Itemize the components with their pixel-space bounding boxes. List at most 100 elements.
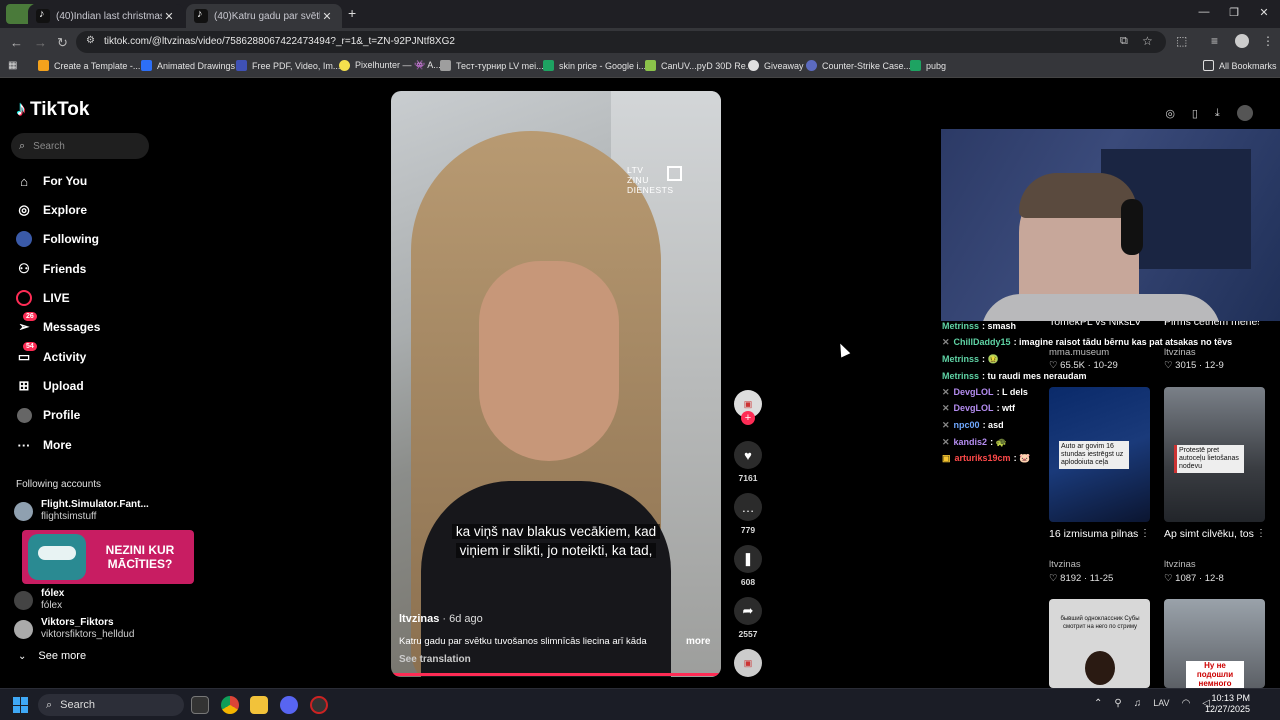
phone-icon[interactable]: ▯	[1192, 107, 1198, 120]
related-author[interactable]: mma.museum	[1049, 347, 1109, 358]
related-stats: ♡ 65.5K · 10-29	[1049, 360, 1118, 371]
system-clock[interactable]: 10:13 PM 12/27/2025	[1205, 693, 1250, 715]
nav-live[interactable]: LIVE	[16, 288, 70, 308]
minimize-icon[interactable]: —	[1194, 6, 1214, 18]
windows-start-icon[interactable]	[13, 697, 29, 713]
avatar[interactable]	[1236, 105, 1253, 121]
description-more-button[interactable]: more	[686, 636, 710, 647]
bookmark-item[interactable]: Counter-Strike Case...	[806, 60, 911, 71]
progress-fill	[391, 673, 721, 676]
tab-katru-gadu[interactable]: (40)Katru gadu par svētku tuvo ✕	[186, 4, 342, 28]
related-thumbnail[interactable]: Protestē pret autoceļu lietošanas nodevu	[1164, 387, 1265, 522]
related-author[interactable]: ltvzinas	[1164, 347, 1196, 358]
chat-message: ✕ npc00: asd	[942, 420, 1004, 430]
tab-indian-christmas[interactable]: (40)Indian last christmas #nons ✕	[28, 4, 184, 28]
nav-following[interactable]: Following	[16, 229, 99, 249]
site-info-icon[interactable]: ⚙	[86, 35, 95, 46]
see-more-button[interactable]: ⌄ See more	[18, 650, 86, 662]
robot-illustration	[28, 534, 86, 580]
tiktok-logo[interactable]: ♪ TikTok	[16, 98, 89, 121]
chevron-up-icon[interactable]: ⌃	[1094, 698, 1102, 709]
related-thumbnail[interactable]: бывший одноклассник Субы смотрит на него…	[1049, 599, 1150, 688]
install-icon[interactable]: ⧉	[1120, 35, 1128, 48]
forward-icon[interactable]: →	[34, 35, 47, 50]
avatar	[14, 619, 33, 639]
nav-friends[interactable]: ⚇ Friends	[16, 259, 86, 279]
save-button[interactable]: ❚ 608	[733, 545, 763, 587]
nav-upload[interactable]: ⊞ Upload	[16, 376, 84, 396]
nav-messages[interactable]: ➢ 26 Messages	[16, 312, 100, 337]
task-view-icon[interactable]	[191, 696, 209, 714]
close-tab-icon[interactable]: ✕	[162, 10, 176, 23]
followed-account[interactable]: fólex fólex	[14, 588, 64, 612]
network-icon[interactable]: ⚲	[1114, 698, 1121, 709]
bookmark-item[interactable]: Pixelhunter — 👾 A...	[339, 60, 441, 71]
search-input[interactable]: ⌕ Search	[11, 133, 149, 159]
app-icon[interactable]	[310, 696, 328, 714]
related-author[interactable]: ltvzinas	[1049, 559, 1081, 570]
discord-icon[interactable]	[280, 696, 298, 714]
bookmark-item[interactable]: skin price - Google i...	[543, 60, 646, 71]
more-options-icon[interactable]: ⋮	[1140, 528, 1150, 539]
download-icon[interactable]: ⤓	[1215, 107, 1220, 120]
bookmark-item[interactable]: CanUV...pyD 30D Re...	[645, 60, 753, 71]
all-bookmarks[interactable]: All Bookmarks	[1203, 60, 1277, 71]
reload-icon[interactable]: ↻	[57, 35, 68, 51]
bookmark-item[interactable]: Free PDF, Video, Im...	[236, 60, 340, 71]
media-icon[interactable]: ≡	[1211, 34, 1218, 48]
bookmark-item[interactable]: Тест-турнир LV mei...	[440, 60, 544, 71]
close-tab-icon[interactable]: ✕	[320, 10, 334, 23]
see-translation-button[interactable]: See translation	[399, 654, 471, 665]
video-progress-bar[interactable]	[391, 673, 721, 676]
compass-icon[interactable]: ◎	[1165, 107, 1175, 120]
share-button[interactable]: ➦ 2557	[733, 597, 763, 639]
video-subtitles: ka viņš nav blakus vecākiem, kad viņiem …	[436, 522, 676, 560]
thumb-caption: Auto ar govim 16 stundas iestrēgst uz ap…	[1059, 441, 1129, 469]
bookmark-star-icon[interactable]: ☆	[1142, 34, 1153, 48]
messages-icon: ➢ 26	[16, 312, 37, 335]
back-icon[interactable]: ←	[10, 35, 23, 50]
follow-plus-icon[interactable]: +	[741, 411, 755, 425]
apps-icon[interactable]: ▦	[8, 60, 17, 71]
related-title[interactable]: Ap simt cilvēku, toskait zemnieki,...	[1164, 528, 1254, 540]
followed-account[interactable]: Viktors_Fiktors viktorsfiktors_helldud	[14, 617, 134, 641]
related-title[interactable]: 16 izmisuma pilnas stundas uz pilnīb...	[1049, 528, 1139, 540]
related-thumbnail[interactable]: Ну не подошли немного	[1164, 599, 1265, 688]
followed-account[interactable]: Flight.Simulator.Fant... flightsimstuff	[14, 499, 149, 523]
address-bar[interactable]: ⚙ tiktok.com/@ltvzinas/video/75862880674…	[76, 31, 1166, 53]
nav-more[interactable]: ··· More	[16, 435, 72, 455]
nav-explore[interactable]: ◎ Explore	[16, 200, 87, 220]
nav-profile[interactable]: Profile	[16, 405, 80, 425]
related-author[interactable]: ltvzinas	[1164, 559, 1196, 570]
creator-avatar-button[interactable]: ▣ +	[733, 390, 763, 425]
related-thumbnail[interactable]: Auto ar govim 16 stundas iestrēgst uz ap…	[1049, 387, 1150, 522]
nav-activity[interactable]: ▭ 54 Activity	[16, 342, 86, 367]
restore-icon[interactable]: ❐	[1224, 6, 1244, 19]
keyboard-language[interactable]: LAV	[1153, 698, 1169, 709]
bookmark-item[interactable]: Giveaway	[748, 60, 804, 71]
extensions-icon[interactable]: ⬚	[1176, 34, 1187, 48]
more-options-icon[interactable]: ⋮	[1256, 528, 1266, 539]
file-explorer-icon[interactable]	[250, 696, 268, 714]
profile-icon[interactable]	[1235, 34, 1249, 48]
window-close-icon[interactable]: ✕	[1254, 6, 1274, 19]
taskbar-search[interactable]: ⌕ Search	[38, 694, 184, 716]
chrome-icon[interactable]	[221, 696, 239, 714]
bookmark-item[interactable]: pubg	[910, 60, 946, 71]
promo-banner[interactable]: NEZINI KUR MĀCĪTIES?	[22, 530, 194, 584]
avatar	[14, 590, 33, 610]
nav-for-you[interactable]: ⌂ For You	[16, 171, 87, 191]
wifi-icon[interactable]: ◠	[1182, 698, 1191, 709]
heart-icon: ♡	[1164, 360, 1176, 371]
bookmark-item[interactable]: Animated Drawings	[141, 60, 235, 71]
video-author[interactable]: ltvzinas · 6d ago	[399, 613, 483, 625]
mic-icon[interactable]: ♫	[1134, 698, 1142, 709]
music-disc-button[interactable]: ▣	[733, 649, 763, 677]
bookmark-item[interactable]: Create a Template -...	[38, 60, 140, 71]
like-button[interactable]: ♥ 7161	[733, 441, 763, 483]
menu-icon[interactable]: ⋮	[1262, 34, 1274, 48]
video-player[interactable]: LTV ZIŅU DIENESTS ka viņš nav blakus vec…	[391, 91, 721, 677]
new-tab-button[interactable]: +	[348, 5, 356, 21]
heart-icon: ♡	[1164, 573, 1176, 584]
comment-button[interactable]: … 779	[733, 493, 763, 535]
